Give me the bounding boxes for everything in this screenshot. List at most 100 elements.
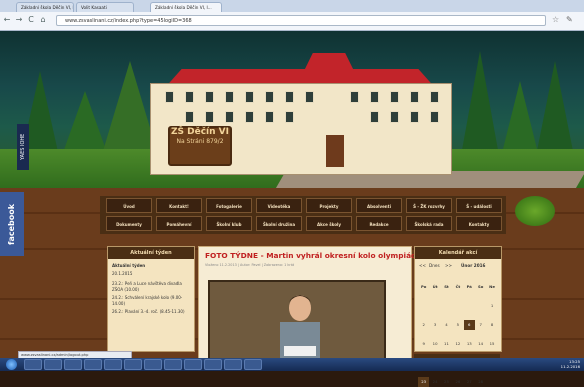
calendar-day[interactable]: 11	[441, 339, 452, 349]
window	[225, 111, 234, 123]
calendar-month: Únor 2016	[461, 263, 486, 268]
taskbar-app[interactable]	[44, 359, 62, 370]
nav-videoteka[interactable]: Videotéka	[256, 198, 302, 213]
calendar-day[interactable]: 26	[452, 377, 463, 387]
tree-graphic	[535, 61, 575, 161]
taskbar-clock[interactable]: 13:25 11.2.2016	[540, 359, 580, 369]
article-photo[interactable]	[208, 280, 386, 362]
settings-icon[interactable]: ✎	[566, 15, 573, 25]
calendar-prev-button[interactable]: <<	[419, 263, 426, 268]
windows-taskbar: 13:25 11.2.2016	[0, 358, 584, 371]
calendar-today-button[interactable]: Dnes	[429, 263, 440, 268]
window	[205, 111, 214, 123]
article-title[interactable]: FOTO TÝDNE - Martin vyhrál okresní kolo …	[205, 251, 445, 260]
window	[390, 111, 399, 123]
taskbar-app[interactable]	[84, 359, 102, 370]
window	[370, 111, 379, 123]
calendar-day[interactable]: 1	[486, 301, 497, 311]
week-item: 24.2.: Schválení krajské kolo (9.00-14.0…	[112, 295, 183, 306]
calendar-day[interactable]: 3	[429, 320, 440, 330]
nav-uvod[interactable]: Úvod	[106, 198, 152, 213]
nav-projekty[interactable]: Projekty	[306, 198, 352, 213]
window	[305, 91, 314, 103]
nav-rozvrhy[interactable]: Š - ŽK rozvrhy	[406, 198, 452, 213]
calendar-day[interactable]: 28	[475, 377, 486, 387]
calendar-day[interactable]: 25	[441, 377, 452, 387]
calendar-day[interactable]: 14	[475, 339, 486, 349]
calendar-day[interactable]: 5	[452, 320, 463, 330]
nav-kontakt[interactable]: Kontakt!	[156, 198, 202, 213]
nav-absolventi[interactable]: Absolventi	[356, 198, 402, 213]
calendar-day[interactable]: 13	[464, 339, 475, 349]
nav-skolni-druzina[interactable]: Školní družina	[256, 216, 302, 231]
student-photo	[280, 295, 320, 360]
back-icon[interactable]: ←	[2, 15, 12, 25]
taskbar-app[interactable]	[184, 359, 202, 370]
taskbar-app[interactable]	[144, 359, 162, 370]
taskbar-app[interactable]	[224, 359, 242, 370]
calendar-day[interactable]: 24	[429, 377, 440, 387]
taskbar-app[interactable]	[104, 359, 122, 370]
calendar-nav: << Dnes >> Únor 2016	[415, 263, 501, 271]
calendar-panel: Kalendář akcí << Dnes >> Únor 2016 Po Út S…	[414, 246, 502, 387]
window	[205, 91, 214, 103]
home-icon[interactable]: ⌂	[38, 15, 48, 25]
calendar-day[interactable]: 4	[441, 320, 452, 330]
calendar-day[interactable]: 12	[452, 339, 463, 349]
article-meta: Vloženo 11.2.2013 | Autor: Pavel | Zobra…	[205, 263, 295, 267]
taskbar-app[interactable]	[244, 359, 262, 370]
nav-dokumenty[interactable]: Dokumenty	[106, 216, 152, 231]
nav-pomahevni[interactable]: Pomáhevní	[156, 216, 202, 231]
window	[265, 111, 274, 123]
nav-kontakty[interactable]: Kontakty	[456, 216, 502, 231]
taskbar-app[interactable]	[164, 359, 182, 370]
tab-strip: Základní škola Děčín VI, I... Volit Kasa…	[0, 0, 584, 12]
calendar-next-button[interactable]: >>	[445, 263, 452, 268]
calendar-day[interactable]: 10	[429, 339, 440, 349]
window	[185, 111, 194, 123]
week-item: 23.2.: Peň a Luce návštěva divadla ZŠOA …	[112, 281, 182, 292]
url-bar[interactable]: www.zsvaslinani.cz/index.php?type=45logi…	[56, 15, 546, 26]
forward-icon[interactable]: →	[14, 15, 24, 25]
bookmark-star-icon[interactable]: ☆	[552, 15, 559, 25]
calendar-day[interactable]: 6	[463, 320, 475, 330]
reload-icon[interactable]: C	[26, 15, 36, 25]
nav-redakce[interactable]: Redakce	[356, 216, 402, 231]
nav-skolska-rada[interactable]: Školská rada	[406, 216, 452, 231]
calendar-day[interactable]: 27	[464, 377, 475, 387]
side-ad-banner[interactable]: YAES IOHE	[17, 124, 29, 170]
calendar-day[interactable]: 7	[475, 320, 486, 330]
taskbar-app[interactable]	[24, 359, 42, 370]
taskbar-app[interactable]	[64, 359, 82, 370]
window	[430, 111, 439, 123]
calendar-day	[464, 297, 475, 307]
week-panel-header: Aktuální týden	[108, 247, 194, 259]
school-door	[326, 135, 344, 167]
calendar-day	[475, 297, 486, 307]
taskbar-app[interactable]	[204, 359, 222, 370]
tab-2[interactable]: Volit Kasaati	[76, 2, 134, 12]
calendar-day[interactable]: 23	[418, 377, 430, 387]
calendar-day[interactable]: 9	[418, 339, 429, 349]
calendar-header: Kalendář akcí	[415, 247, 501, 259]
calendar-day[interactable]: 15	[486, 339, 497, 349]
header-banner: ZŠ Děčín VI Na Stráni 879/2	[0, 31, 584, 191]
facebook-tab[interactable]: facebook	[0, 192, 24, 256]
window	[245, 91, 254, 103]
nav-udalosti[interactable]: Š - události	[456, 198, 502, 213]
nav-skolni-klub[interactable]: Školní klub	[206, 216, 252, 231]
calendar-day[interactable]: 8	[486, 320, 497, 330]
start-button[interactable]	[6, 359, 17, 370]
tab-1[interactable]: Základní škola Děčín VI, I...	[16, 2, 74, 12]
calendar-day[interactable]: 2	[418, 320, 429, 330]
window	[410, 111, 419, 123]
window	[185, 91, 194, 103]
window	[410, 91, 419, 103]
nav-akce-skoly[interactable]: Akce školy	[306, 216, 352, 231]
taskbar-app[interactable]	[124, 359, 142, 370]
school-tower-roof	[302, 53, 356, 75]
tab-active[interactable]: Základní škola Děčín VI, I...	[150, 2, 222, 12]
sign-title: ZŠ Děčín VI	[171, 127, 229, 137]
calendar-day	[418, 297, 429, 307]
nav-fotogalerie[interactable]: Fotogalerie	[206, 198, 252, 213]
